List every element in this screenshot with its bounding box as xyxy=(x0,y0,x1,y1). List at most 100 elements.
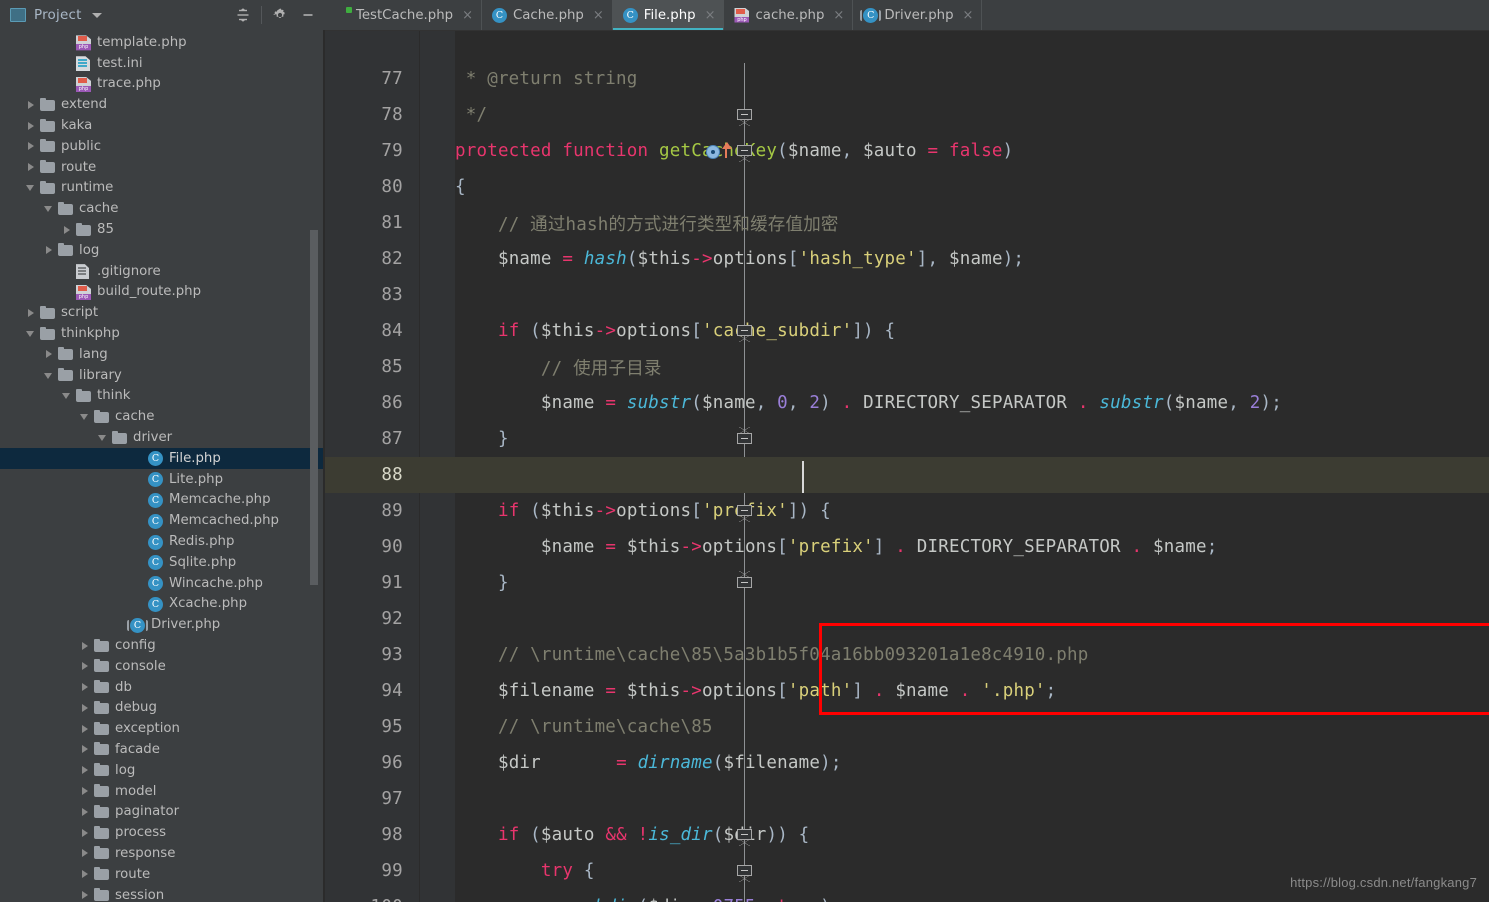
code-line[interactable]: 77 * @return string xyxy=(325,61,1489,97)
tree-item[interactable]: C Lite.php xyxy=(0,469,325,490)
chevron-down-icon[interactable] xyxy=(26,328,37,339)
chevron-right-icon[interactable] xyxy=(80,640,91,651)
code-line[interactable]: 79 protected function getCacheKey($name, … xyxy=(325,133,1489,169)
code-line[interactable]: 81 // 通过hash的方式进行类型和缓存值加密 xyxy=(325,205,1489,241)
chevron-right-icon[interactable] xyxy=(80,848,91,859)
tree-item[interactable]: lang xyxy=(0,344,325,365)
tree-item[interactable]: extend xyxy=(0,94,325,115)
tree-item[interactable]: runtime xyxy=(0,178,325,199)
code-line[interactable]: 88 xyxy=(325,457,1489,493)
chevron-right-icon[interactable] xyxy=(80,869,91,880)
minimize-icon[interactable] xyxy=(295,2,321,28)
code-editor[interactable]: 77 * @return string 78 */79 protected func… xyxy=(325,31,1489,902)
chevron-down-icon[interactable] xyxy=(98,432,109,443)
editor-tab[interactable]: cache.php × xyxy=(724,0,854,30)
code-line[interactable]: 80 { xyxy=(325,169,1489,205)
code-line[interactable]: 82 $name = hash($this->options['hash_typ… xyxy=(325,241,1489,277)
tree-item[interactable]: console xyxy=(0,656,325,677)
tree-item[interactable]: cache xyxy=(0,198,325,219)
code-line[interactable]: 86 $name = substr($name, 0, 2) . DIRECTO… xyxy=(325,385,1489,421)
chevron-right-icon[interactable] xyxy=(80,661,91,672)
fold-marker[interactable] xyxy=(737,427,753,449)
tree-item[interactable]: driver xyxy=(0,427,325,448)
close-icon[interactable]: × xyxy=(462,9,473,22)
tree-item[interactable]: response xyxy=(0,843,325,864)
fold-marker[interactable] xyxy=(737,145,753,162)
chevron-right-icon[interactable] xyxy=(26,162,37,173)
tree-item[interactable]: facade xyxy=(0,739,325,760)
override-arrow-icon[interactable] xyxy=(721,141,732,159)
chevron-right-icon[interactable] xyxy=(26,141,37,152)
tree-item[interactable]: cache xyxy=(0,406,325,427)
fold-marker[interactable] xyxy=(737,505,753,522)
tree-item[interactable]: debug xyxy=(0,698,325,719)
code-line[interactable]: 83 xyxy=(325,277,1489,313)
code-line[interactable]: 94 $filename = $this->options['path'] . … xyxy=(325,673,1489,709)
tree-item[interactable]: paginator xyxy=(0,801,325,822)
chevron-right-icon[interactable] xyxy=(80,702,91,713)
chevron-right-icon[interactable] xyxy=(80,744,91,755)
close-icon[interactable]: × xyxy=(705,9,716,22)
gear-icon[interactable] xyxy=(267,2,293,28)
tree-item[interactable]: kaka xyxy=(0,115,325,136)
code-line[interactable]: 78 */ xyxy=(325,97,1489,133)
tree-item[interactable]: build_route.php xyxy=(0,282,325,303)
chevron-right-icon[interactable] xyxy=(80,827,91,838)
code-line[interactable]: 89 if ($this->options['prefix']) { xyxy=(325,493,1489,529)
tree-item[interactable]: C Memcached.php xyxy=(0,510,325,531)
tree-item[interactable]: config xyxy=(0,635,325,656)
fold-marker[interactable] xyxy=(737,571,753,593)
close-icon[interactable]: × xyxy=(963,9,974,22)
chevron-right-icon[interactable] xyxy=(80,786,91,797)
code-line[interactable]: 93 // \runtime\cache\85\5a3b1b5f04a16bb0… xyxy=(325,637,1489,673)
tree-item[interactable]: model xyxy=(0,781,325,802)
tree-item[interactable]: C Redis.php xyxy=(0,531,325,552)
code-line[interactable]: 91 } xyxy=(325,565,1489,601)
code-line[interactable]: 96 $dir = dirname($filename); xyxy=(325,745,1489,781)
tree-item[interactable]: log xyxy=(0,240,325,261)
tree-item[interactable]: process xyxy=(0,822,325,843)
chevron-down-icon[interactable] xyxy=(44,370,55,381)
tree-item[interactable]: session xyxy=(0,885,325,902)
chevron-right-icon[interactable] xyxy=(44,245,55,256)
chevron-down-icon[interactable] xyxy=(44,203,55,214)
fold-marker[interactable] xyxy=(737,325,753,342)
code-line[interactable]: 95 // \runtime\cache\85 xyxy=(325,709,1489,745)
code-line[interactable]: 87 } xyxy=(325,421,1489,457)
tree-item[interactable]: db xyxy=(0,677,325,698)
fold-marker[interactable] xyxy=(737,109,753,126)
tree-item[interactable]: 85 xyxy=(0,219,325,240)
tree-item[interactable]: library xyxy=(0,365,325,386)
chevron-down-icon[interactable] xyxy=(80,411,91,422)
chevron-down-icon[interactable] xyxy=(91,12,102,18)
code-line[interactable]: 98 if ($auto && !is_dir($dir)) { xyxy=(325,817,1489,853)
tree-item[interactable]: C File.php xyxy=(0,447,325,469)
chevron-down-icon[interactable] xyxy=(62,390,73,401)
tree-item[interactable]: trace.php xyxy=(0,74,325,95)
tree-item[interactable]: log xyxy=(0,760,325,781)
tree-item[interactable]: exception xyxy=(0,718,325,739)
code-line[interactable]: 97 xyxy=(325,781,1489,817)
tree-item[interactable]: C Driver.php xyxy=(0,614,325,635)
tree-item[interactable]: C Wincache.php xyxy=(0,573,325,594)
editor-tab[interactable]: C File.php × xyxy=(612,0,725,30)
chevron-right-icon[interactable] xyxy=(26,307,37,318)
collapse-all-icon[interactable] xyxy=(230,2,256,28)
tree-item[interactable]: script xyxy=(0,302,325,323)
chevron-right-icon[interactable] xyxy=(44,349,55,360)
code-line[interactable]: 90 $name = $this->options['prefix'] . DI… xyxy=(325,529,1489,565)
tree-item[interactable]: .gitignore xyxy=(0,261,325,282)
tree-item[interactable]: test.ini xyxy=(0,53,325,74)
tree-item[interactable]: route xyxy=(0,864,325,885)
tree-item[interactable]: template.php xyxy=(0,32,325,53)
editor-tab[interactable]: TestCache.php × xyxy=(325,0,482,30)
close-icon[interactable]: × xyxy=(593,9,604,22)
chevron-right-icon[interactable] xyxy=(80,765,91,776)
chevron-right-icon[interactable] xyxy=(26,99,37,110)
sidebar-scrollbar[interactable] xyxy=(310,230,318,585)
chevron-down-icon[interactable] xyxy=(26,182,37,193)
code-line[interactable]: 84 if ($this->options['cache_subdir']) { xyxy=(325,313,1489,349)
code-line[interactable]: 92 xyxy=(325,601,1489,637)
tree-item[interactable]: public xyxy=(0,136,325,157)
tree-item[interactable]: think xyxy=(0,386,325,407)
